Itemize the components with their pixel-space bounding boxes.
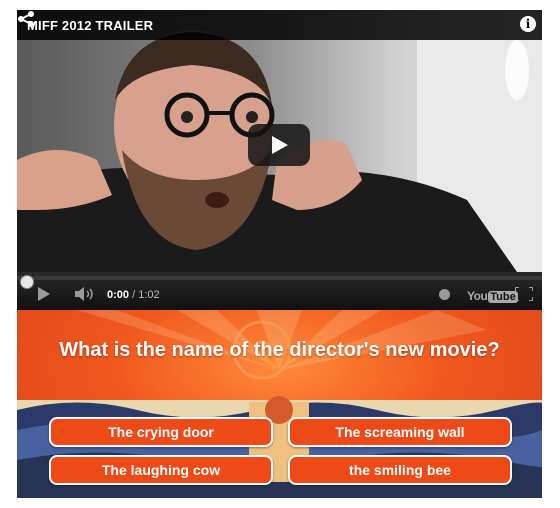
video-title-bar: MIFF 2012 TRAILER i [17,10,542,40]
answer-button-3[interactable]: The laughing cow [49,455,273,485]
time-current: 0:00 [107,289,130,301]
player-control-bar: 0:00 / 1:02 You Tube [17,272,542,310]
video-frame[interactable]: MIFF 2012 TRAILER i [17,10,542,272]
info-icon[interactable]: i [520,16,536,32]
quiz-question: What is the name of the director's new m… [59,339,500,361]
youtube-logo-tube: Tube [488,291,518,303]
youtube-logo[interactable]: You Tube [467,287,518,303]
video-title[interactable]: MIFF 2012 TRAILER [27,18,153,33]
quiz-panel: What is the name of the director's new m… [17,310,542,498]
answer-button-2[interactable]: The screaming wall [288,417,512,447]
answer-button-1[interactable]: The crying door [49,417,273,447]
time-separator: / [129,289,139,301]
youtube-logo-you: You [467,289,488,303]
play-icon [272,136,288,154]
time-display: 0:00 / 1:02 [107,289,160,301]
play-button[interactable] [248,124,310,166]
scrubber-handle[interactable] [20,275,34,289]
play-icon[interactable] [37,287,51,301]
fullscreen-icon[interactable] [515,287,533,301]
time-total: 1:02 [138,289,160,301]
progress-bar[interactable] [17,275,542,289]
answer-button-4[interactable]: the smiling bee [288,455,512,485]
volume-icon[interactable] [75,287,95,301]
share-icon[interactable] [17,10,35,28]
clock-icon[interactable] [439,289,450,300]
video-player[interactable]: MIFF 2012 TRAILER i 0:00 / 1:02 You Tube [17,10,542,310]
